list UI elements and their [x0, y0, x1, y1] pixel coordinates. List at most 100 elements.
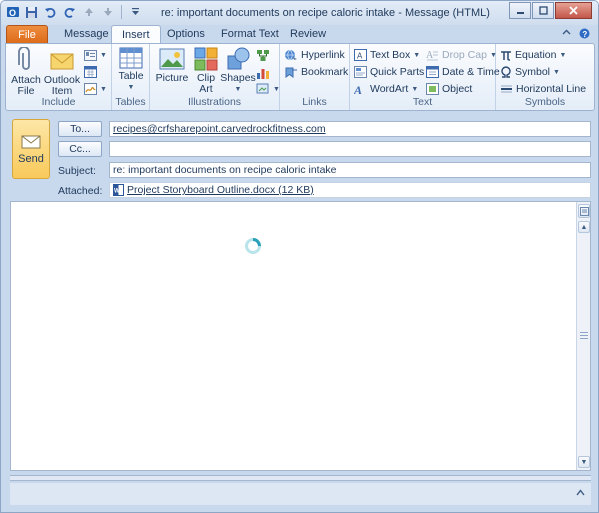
- undo-icon[interactable]: [43, 4, 58, 20]
- outlook-logo-icon[interactable]: O: [5, 4, 20, 20]
- drop-cap-icon: A: [426, 50, 438, 61]
- dropdown-arrow-icon: ▼: [553, 68, 560, 76]
- help-icon[interactable]: ?: [579, 28, 590, 42]
- scroll-thumb[interactable]: [580, 332, 588, 339]
- shapes-icon: [227, 47, 250, 70]
- screenshot-icon: [256, 83, 269, 94]
- business-card-button[interactable]: ▼: [84, 47, 107, 63]
- smartart-button[interactable]: [256, 47, 270, 63]
- group-label-tables: Tables: [115, 96, 146, 108]
- clip-art-icon: [194, 47, 218, 71]
- group-symbols: Equation ▼ Symbol ▼ Horizontal Line Symb…: [496, 44, 594, 110]
- quick-access-toolbar: O: [5, 4, 143, 20]
- chart-button[interactable]: [256, 64, 270, 80]
- hyperlink-icon: [285, 49, 297, 60]
- wordart-icon: A: [354, 83, 362, 95]
- down-arrow-icon[interactable]: [100, 4, 115, 20]
- clip-art-label: Clip Art: [196, 72, 216, 95]
- group-label-illustrations: Illustrations: [187, 96, 242, 108]
- symbol-label: Symbol: [515, 66, 551, 78]
- minimize-ribbon-icon[interactable]: [562, 28, 571, 42]
- date-time-button[interactable]: Date & Time: [426, 64, 500, 80]
- send-envelope-icon: [21, 135, 41, 148]
- horizontal-line-icon: [501, 85, 512, 93]
- cc-field[interactable]: [109, 141, 591, 157]
- quick-parts-icon: [354, 66, 367, 78]
- tab-insert[interactable]: Insert: [111, 25, 161, 44]
- attached-label: Attached:: [58, 185, 103, 197]
- scroll-down-icon[interactable]: ▼: [578, 456, 590, 468]
- svg-text:W: W: [114, 189, 120, 195]
- clip-art-button[interactable]: Clip Art: [192, 47, 220, 95]
- vertical-scrollbar[interactable]: ▲ ▼: [576, 202, 590, 470]
- attach-file-button[interactable]: Attach File: [10, 47, 42, 97]
- tab-options[interactable]: Options: [157, 25, 215, 44]
- tab-message[interactable]: Message: [54, 25, 119, 44]
- tab-format-text[interactable]: Format Text: [211, 25, 289, 44]
- outlook-message-window: O re: important documents on recipe calo…: [0, 0, 599, 513]
- envelope-icon: [50, 53, 74, 70]
- send-button[interactable]: Send: [12, 119, 50, 179]
- cc-button[interactable]: Cc...: [58, 141, 102, 157]
- bookmark-button[interactable]: Bookmark: [284, 64, 348, 80]
- group-text: A Text Box ▼ Quick Parts ▼ A WordArt ▼ A…: [350, 44, 500, 110]
- screenshot-button[interactable]: ▼: [256, 81, 280, 97]
- horizontal-line-button[interactable]: Horizontal Line: [500, 81, 586, 97]
- svg-text:A: A: [426, 50, 434, 61]
- table-button[interactable]: Table ▼: [115, 47, 147, 93]
- save-icon[interactable]: [24, 4, 39, 20]
- message-body[interactable]: ▲ ▼: [10, 201, 591, 471]
- signature-button[interactable]: ▼: [84, 81, 107, 97]
- attachment-item[interactable]: W Project Storyboard Outline.docx (12 KB…: [113, 183, 314, 197]
- up-arrow-icon[interactable]: [81, 4, 96, 20]
- picture-button[interactable]: Picture: [154, 47, 190, 84]
- subject-label: Subject:: [58, 165, 96, 177]
- text-box-label: Text Box: [370, 49, 411, 61]
- wordart-button[interactable]: A WordArt ▼: [354, 81, 418, 97]
- scroll-up-icon[interactable]: ▲: [578, 221, 590, 233]
- minimize-button[interactable]: [509, 2, 531, 19]
- maximize-button[interactable]: [532, 2, 554, 19]
- close-button[interactable]: [555, 2, 592, 19]
- send-label: Send: [18, 152, 44, 165]
- group-label-text: Text: [412, 96, 433, 108]
- group-illustrations: Picture Clip Art Shapes ▼ ▼ Illustrations: [150, 44, 280, 110]
- equation-button[interactable]: Equation ▼: [500, 47, 566, 63]
- to-field[interactable]: recipes@crfsharepoint.carvedrockfitness.…: [109, 121, 591, 137]
- dropdown-arrow-icon: ▼: [234, 86, 242, 93]
- to-recipient[interactable]: recipes@crfsharepoint.carvedrockfitness.…: [113, 123, 326, 135]
- attachment-name[interactable]: Project Storyboard Outline.docx (12 KB): [127, 183, 314, 197]
- object-button[interactable]: Object: [426, 81, 472, 97]
- tab-file[interactable]: File: [6, 25, 48, 44]
- text-box-button[interactable]: A Text Box ▼: [354, 47, 420, 63]
- svg-text:A: A: [357, 52, 363, 61]
- pane-splitter[interactable]: [10, 475, 591, 481]
- outlook-item-button[interactable]: Outlook Item: [44, 47, 80, 97]
- shapes-button[interactable]: Shapes ▼: [220, 47, 256, 95]
- svg-text:O: O: [9, 8, 16, 18]
- redo-icon[interactable]: [62, 4, 77, 20]
- hyperlink-button[interactable]: Hyperlink: [284, 47, 345, 63]
- dropdown-arrow-icon: ▼: [100, 51, 107, 59]
- attached-field: W Project Storyboard Outline.docx (12 KB…: [109, 182, 591, 198]
- picture-icon: [159, 48, 185, 70]
- outlook-item-label: Outlook Item: [43, 74, 81, 97]
- drop-cap-button[interactable]: A Drop Cap ▼: [426, 47, 497, 63]
- subject-field[interactable]: re: important documents on recipe calori…: [109, 162, 591, 178]
- hyperlink-label: Hyperlink: [301, 49, 345, 61]
- to-button[interactable]: To...: [58, 121, 102, 137]
- symbol-button[interactable]: Symbol ▼: [500, 64, 560, 80]
- ribbon-insert: Attach File Outlook Item ▼ ▼ Include Tab…: [5, 43, 595, 111]
- tab-review[interactable]: Review: [280, 25, 336, 44]
- calendar-button[interactable]: [84, 64, 97, 80]
- picture-label: Picture: [155, 72, 189, 84]
- signature-icon: [84, 83, 97, 95]
- quick-parts-button[interactable]: Quick Parts ▼: [354, 64, 434, 80]
- group-links: Hyperlink Bookmark Links: [280, 44, 350, 110]
- object-icon: [426, 83, 439, 95]
- ruler-toggle-icon[interactable]: [578, 204, 590, 218]
- date-time-label: Date & Time: [442, 66, 500, 78]
- equation-label: Equation: [515, 49, 557, 61]
- expand-people-pane-icon[interactable]: [576, 489, 585, 498]
- customize-qat-icon[interactable]: [128, 4, 143, 20]
